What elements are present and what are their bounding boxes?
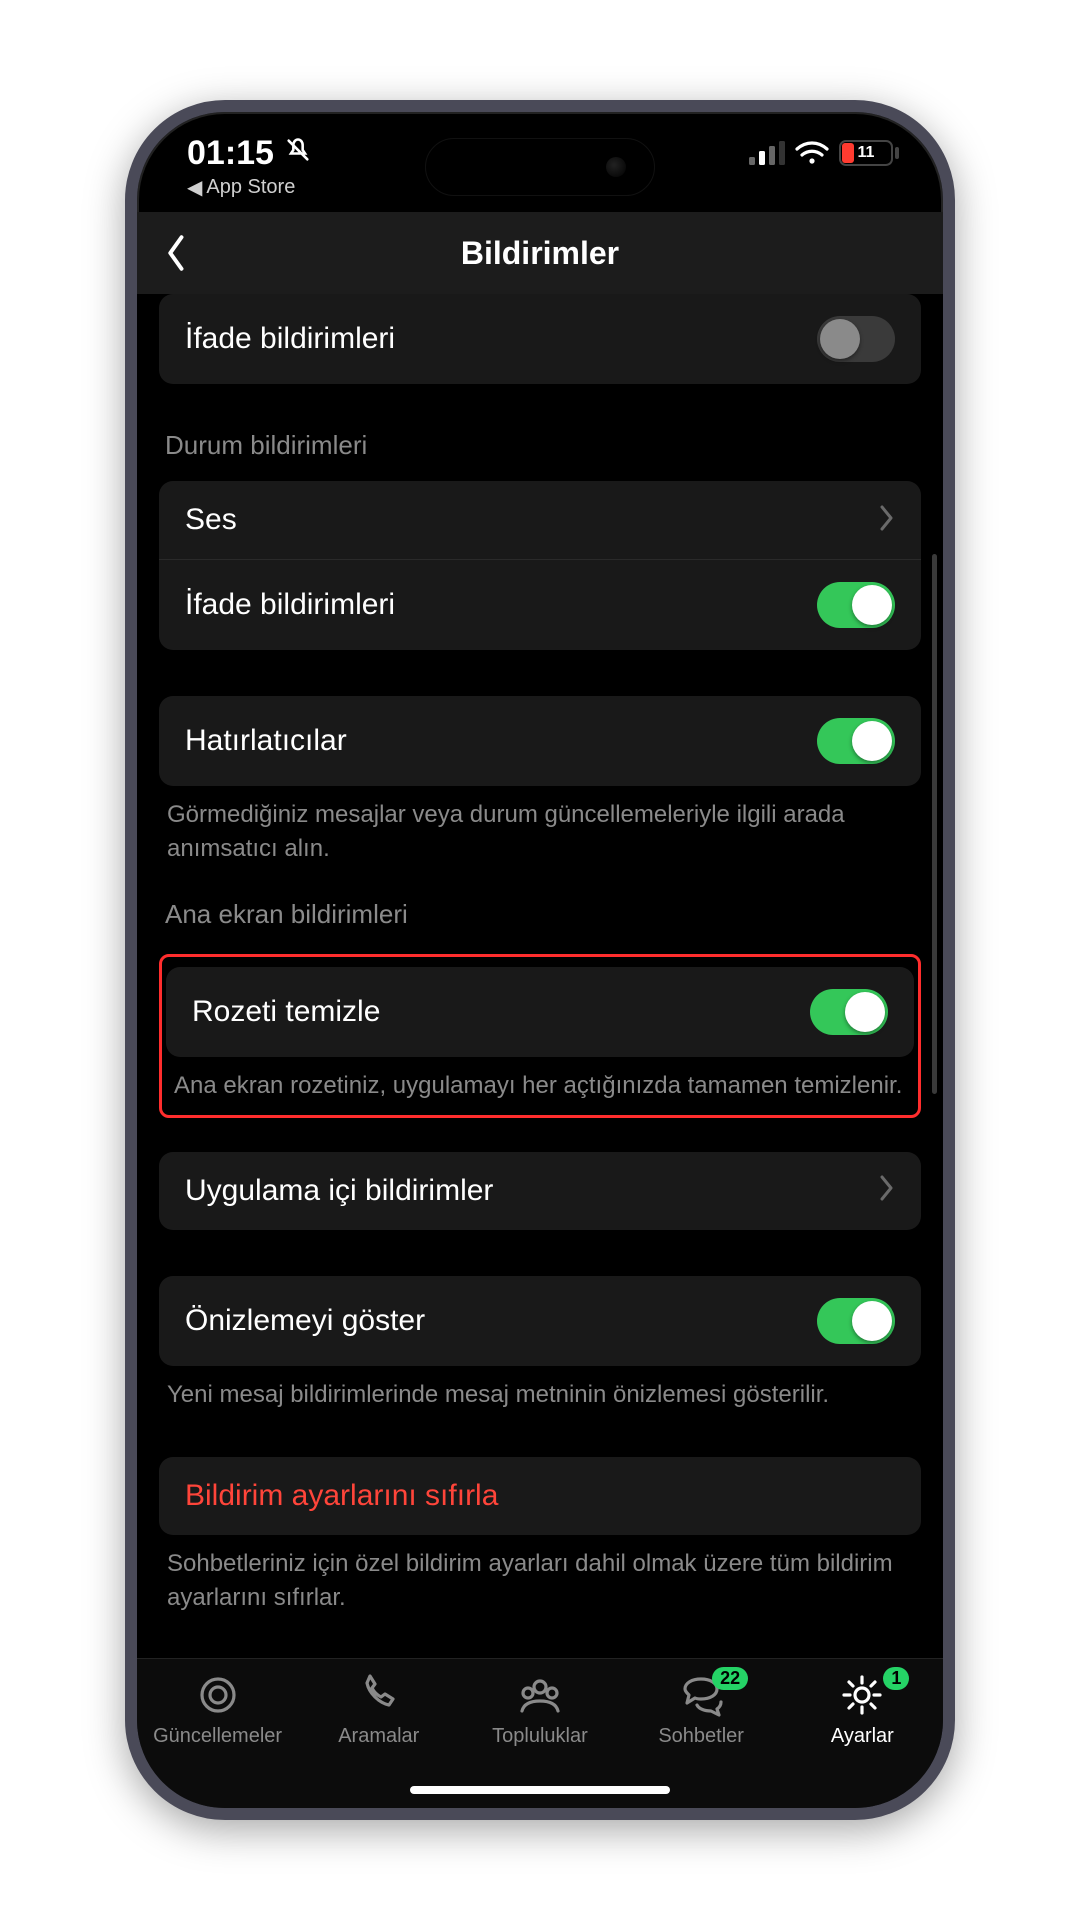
tab-chats-badge: 22 [712,1667,748,1690]
dynamic-island [425,138,655,196]
wifi-icon [795,141,829,165]
footer-clear-badge: Ana ekran rozetiniz, uygulamayı her açtı… [166,1057,914,1109]
home-indicator[interactable] [410,1786,670,1794]
row-label: İfade bildirimleri [185,322,395,356]
tab-label: Güncellemeler [153,1725,282,1748]
tab-label: Ayarlar [831,1725,894,1748]
tab-settings-badge: 1 [883,1667,909,1690]
back-caret-icon: ◀ [187,175,202,200]
scrollbar-thumb[interactable] [932,554,937,1094]
tab-label: Aramalar [338,1725,419,1748]
power-button [951,552,955,722]
status-time: 01:15 [187,134,274,173]
battery-indicator: 11 [839,140,893,166]
tab-chats[interactable]: 22 Sohbetler [626,1673,776,1748]
toggle-clear-badge[interactable] [810,989,888,1035]
silent-icon [284,134,312,173]
annotation-highlight: Rozeti temizle Ana ekran rozetiniz, uygu… [159,954,921,1118]
cellular-icon [749,141,785,165]
row-show-preview[interactable]: Önizlemeyi göster [159,1276,921,1366]
toggle-show-preview[interactable] [817,1298,895,1344]
nav-title: Bildirimler [461,235,619,272]
toggle-reaction-notifs-status[interactable] [817,582,895,628]
tab-label: Topluluklar [492,1725,588,1748]
footer-reset-notifs: Sohbetleriniz için özel bildirim ayarlar… [159,1535,921,1614]
tab-settings[interactable]: 1 Ayarlar [787,1673,937,1748]
section-home-screen: Ana ekran bildirimleri [159,889,921,938]
row-reaction-notifs-top[interactable]: İfade bildirimleri [159,294,921,384]
row-sound[interactable]: Ses [159,481,921,559]
row-label: Ses [185,503,237,537]
volume-down-button [125,642,129,752]
toggle-reaction-notifs-top[interactable] [817,316,895,362]
row-clear-badge[interactable]: Rozeti temizle [166,967,914,1057]
row-reaction-notifs-status[interactable]: İfade bildirimleri [159,560,921,650]
nav-back-button[interactable] [153,229,201,277]
row-reset-notifs[interactable]: Bildirim ayarlarını sıfırla [159,1457,921,1535]
tab-communities[interactable]: Topluluklar [465,1673,615,1748]
settings-scroll[interactable]: İfade bildirimleri Durum bildirimleri Se… [137,294,943,1658]
mute-switch [125,412,129,462]
nav-header: Bildirimler [137,212,943,294]
section-status-notifs: Durum bildirimleri [159,420,921,469]
iphone-frame: 01:15 ◀ App Store [125,100,955,1820]
footer-show-preview: Yeni mesaj bildirimlerinde mesaj metnini… [159,1366,921,1412]
row-reminders[interactable]: Hatırlatıcılar [159,696,921,786]
toggle-reminders[interactable] [817,718,895,764]
row-in-app-notifs[interactable]: Uygulama içi bildirimler [159,1152,921,1230]
status-back-label: App Store [206,176,295,199]
row-label: Bildirim ayarlarını sıfırla [185,1479,498,1513]
tab-updates[interactable]: Güncellemeler [143,1673,293,1748]
chevron-right-icon [879,1175,895,1206]
row-label: Uygulama içi bildirimler [185,1174,493,1208]
row-label: İfade bildirimleri [185,588,395,622]
chevron-right-icon [879,505,895,536]
tab-label: Sohbetler [658,1725,744,1748]
tab-calls[interactable]: Aramalar [304,1673,454,1748]
battery-percent: 11 [839,140,893,166]
footer-reminders: Görmediğiniz mesajlar veya durum güncell… [159,786,921,865]
status-back-to-app[interactable]: ◀ App Store [187,175,312,200]
row-label: Rozeti temizle [192,995,380,1029]
row-label: Önizlemeyi göster [185,1304,425,1338]
row-label: Hatırlatıcılar [185,724,347,758]
volume-up-button [125,502,129,612]
